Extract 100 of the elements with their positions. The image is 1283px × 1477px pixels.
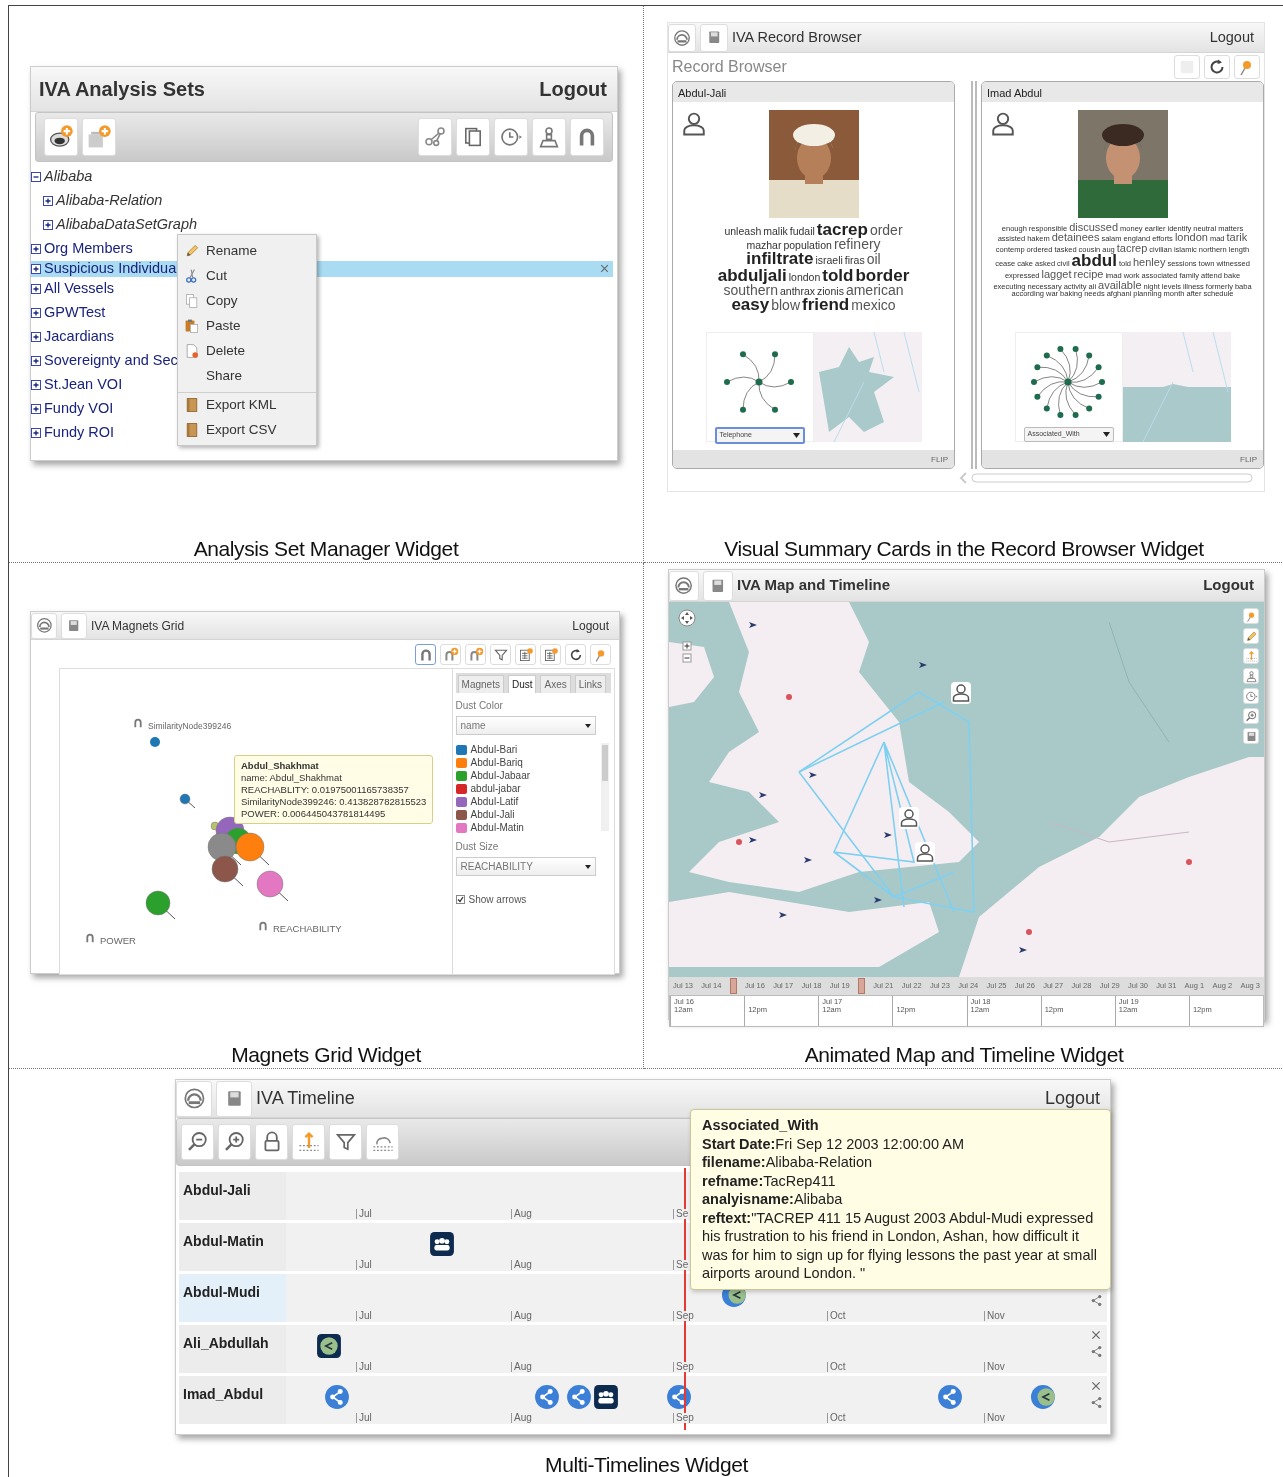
tree-item[interactable]: Fundy ROI (31, 424, 115, 441)
dust-point[interactable] (235, 832, 270, 866)
dashboard-button[interactable] (668, 23, 696, 52)
dust-point[interactable] (145, 890, 176, 920)
logout-link[interactable]: Logout (539, 74, 607, 104)
flip-label[interactable]: FLIP (673, 450, 954, 468)
save-button[interactable] (1243, 728, 1259, 744)
menu-item[interactable]: Paste (178, 313, 316, 338)
zoom-in-button[interactable] (218, 1124, 251, 1160)
marker-button[interactable] (1243, 648, 1259, 664)
lock-button[interactable] (255, 1124, 288, 1160)
share-icon[interactable] (566, 1384, 592, 1410)
logout-link[interactable]: Logout (1209, 26, 1254, 49)
dashboard-button[interactable] (31, 612, 57, 639)
vertical-scrollbar[interactable] (600, 743, 609, 831)
clock-button[interactable] (494, 118, 528, 156)
magnet-icon[interactable] (132, 716, 144, 730)
share-icon[interactable] (1089, 1396, 1103, 1409)
menu-item[interactable]: Export KML (178, 392, 316, 417)
group-icon[interactable] (429, 1231, 455, 1257)
magnet-icon[interactable] (257, 919, 269, 933)
tree-item[interactable]: All Vessels (31, 280, 115, 297)
logout-link[interactable]: Logout (1044, 1085, 1100, 1112)
dropdown[interactable]: REACHABILITY (455, 857, 596, 876)
close-icon[interactable] (1090, 1380, 1102, 1392)
clock-button[interactable] (1243, 688, 1259, 704)
menu-item[interactable]: Rename (178, 238, 316, 263)
zoom-out-button[interactable] (181, 1124, 214, 1160)
tree-item[interactable]: GPWTest (31, 304, 106, 321)
dust-point[interactable] (207, 832, 242, 866)
share-icon[interactable] (1089, 1294, 1103, 1307)
panel-tab[interactable]: Magnets (457, 675, 504, 693)
group-icon[interactable] (593, 1384, 619, 1410)
cloud-button[interactable] (366, 1124, 399, 1160)
dust-point[interactable] (256, 870, 289, 902)
menu-item[interactable]: Delete (178, 338, 316, 363)
expand-icon[interactable] (31, 379, 41, 390)
menu-item[interactable]: Copy (178, 288, 316, 313)
share-icon[interactable] (937, 1384, 963, 1410)
magnet-plus-button[interactable] (440, 644, 461, 665)
filter-button[interactable] (490, 644, 511, 665)
network-button[interactable] (418, 118, 452, 156)
share-icon[interactable] (534, 1384, 560, 1410)
share-icon[interactable] (1089, 1345, 1103, 1358)
filter-button[interactable] (329, 1124, 362, 1160)
row-label[interactable]: Ali_Abdullah (179, 1325, 286, 1373)
pages-button[interactable] (456, 118, 490, 156)
expand-icon[interactable] (31, 283, 41, 294)
menu-item[interactable]: Share (178, 363, 316, 388)
dust-point[interactable] (150, 737, 160, 747)
refresh-button[interactable] (565, 644, 586, 665)
range-handle[interactable] (858, 978, 866, 994)
row-label[interactable]: Abdul-Matin (179, 1223, 286, 1271)
dust-point[interactable] (179, 793, 196, 809)
share-icon[interactable] (666, 1384, 692, 1410)
tree-item[interactable]: Sovereignty and Sec (31, 352, 178, 369)
person-marker-icon[interactable] (951, 682, 971, 704)
save-button[interactable] (61, 612, 87, 639)
tree-item[interactable]: Org Members (31, 241, 133, 257)
magnet-button[interactable] (415, 644, 436, 665)
pencil-button[interactable] (1243, 628, 1259, 644)
save-button[interactable] (216, 1080, 252, 1117)
save-button[interactable] (700, 23, 728, 52)
menu-item[interactable]: Export CSV (178, 417, 316, 442)
zoom-in-button[interactable] (1243, 708, 1259, 724)
expand-icon[interactable] (43, 220, 53, 230)
tree-item[interactable]: St.Jean VOI (31, 376, 123, 393)
chat-icon[interactable] (1031, 1384, 1057, 1410)
add-disk-button[interactable] (44, 118, 78, 156)
dashboard-button[interactable] (176, 1080, 212, 1117)
expand-icon[interactable] (31, 331, 41, 342)
tree-item[interactable]: Jacardians (31, 328, 115, 345)
logout-link[interactable]: Logout (572, 616, 609, 635)
expand-icon[interactable] (31, 403, 41, 414)
refresh-button[interactable] (1204, 55, 1230, 79)
panel-tab[interactable]: Links (574, 675, 607, 693)
person-marker-icon[interactable] (899, 807, 919, 829)
expand-icon[interactable] (31, 263, 41, 274)
collapse-icon[interactable] (31, 172, 41, 182)
row-label[interactable]: Imad_Abdul (179, 1376, 286, 1424)
panel-tab[interactable]: Axes (540, 675, 571, 693)
table-button[interactable] (515, 644, 536, 665)
close-icon[interactable] (599, 263, 610, 275)
tree-item[interactable]: Alibaba-Relation (31, 193, 163, 209)
logout-link[interactable]: Logout (1203, 574, 1254, 597)
flip-label[interactable]: FLIP (982, 450, 1263, 468)
save-button[interactable] (703, 570, 733, 601)
dust-point[interactable] (211, 855, 244, 887)
tree-item[interactable]: Alibaba (31, 169, 93, 185)
magnet-plus-button[interactable] (465, 644, 486, 665)
dropdown[interactable]: name (455, 716, 596, 735)
panel-tab[interactable]: Dust (507, 675, 537, 693)
expand-icon[interactable] (31, 307, 41, 318)
marker-button[interactable] (292, 1124, 325, 1160)
map-person-button[interactable] (532, 118, 566, 156)
chat-icon[interactable] (316, 1333, 342, 1359)
dashboard-button[interactable] (669, 570, 699, 601)
row-label[interactable]: Abdul-Mudi (179, 1274, 286, 1322)
magnet-icon[interactable] (84, 931, 96, 945)
range-handle[interactable] (729, 978, 737, 994)
